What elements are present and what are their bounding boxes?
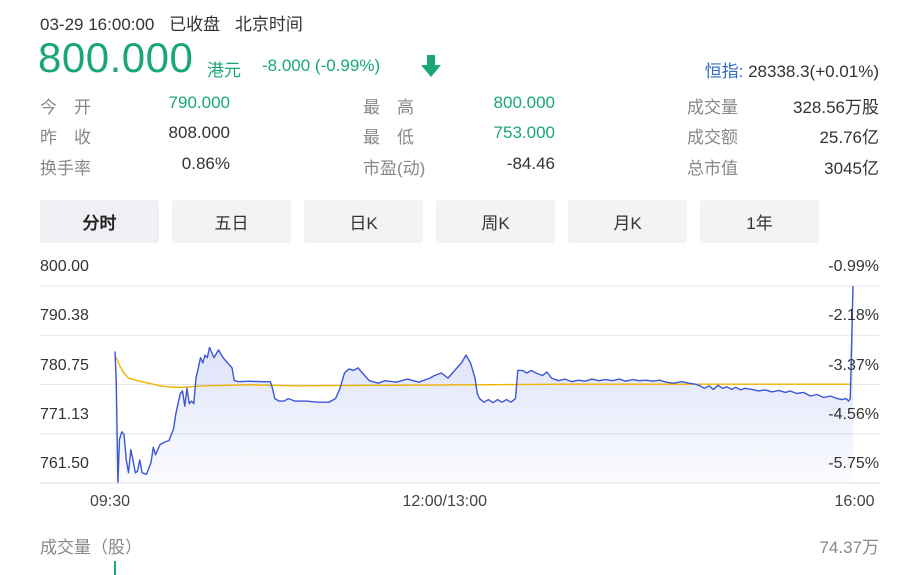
x-axis-tick-label: 16:00: [834, 493, 875, 510]
volume-label: 成交量（股）: [40, 538, 142, 557]
y-axis-pct-label: -2.18%: [828, 307, 879, 325]
x-axis-tick-label: 09:30: [90, 493, 131, 510]
y-axis-pct-label: -4.56%: [828, 405, 879, 423]
y-axis-tick-label: 771.13: [40, 405, 89, 423]
x-axis-tick-label: 12:00/13:00: [402, 493, 488, 510]
y-axis-tick-label: 800.00: [40, 258, 89, 275]
y-axis-pct-label: -5.75%: [828, 455, 879, 472]
y-axis-pct-label: -0.99%: [828, 258, 879, 275]
intraday-price-chart[interactable]: [0, 0, 907, 575]
volume-max: 74.37万: [819, 538, 879, 557]
y-axis-pct-label: -3.37%: [828, 356, 879, 374]
y-axis-tick-label: 780.75: [40, 356, 89, 374]
y-axis-tick-label: 761.50: [40, 455, 89, 472]
y-axis-tick-label: 790.38: [40, 307, 89, 325]
